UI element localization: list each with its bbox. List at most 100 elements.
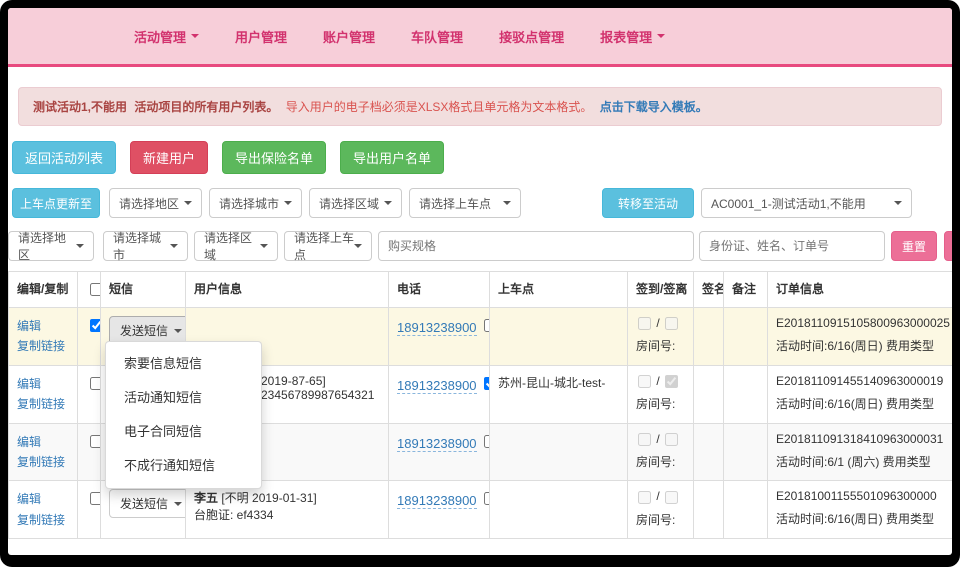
chevron-down-icon (174, 329, 182, 333)
page: 活动管理 用户管理 账户管理 车队管理 接驳点管理 报表管理 测试活动1,不能用… (8, 8, 952, 555)
action-toolbar: 返回活动列表 新建用户 导出保险名单 导出用户名单 (12, 141, 952, 174)
copy-link[interactable]: 复制链接 (17, 452, 69, 472)
nav-account-management[interactable]: 账户管理 (323, 27, 375, 46)
header-pickup: 上车点 (490, 272, 628, 308)
signature-cell (694, 423, 724, 481)
header-note: 备注 (724, 272, 768, 308)
order-info: 活动时间:6/16(周日) 费用类型 (776, 337, 952, 354)
order-info: 活动时间:6/1 (周六) 费用类型 (776, 453, 952, 470)
menu-item-e-contract-sms[interactable]: 电子合同短信 (106, 415, 261, 449)
nav-activity-management[interactable]: 活动管理 (134, 27, 199, 46)
back-to-activity-list-button[interactable]: 返回活动列表 (12, 141, 116, 174)
chevron-down-icon (170, 244, 178, 248)
header-order-info: 订单信息 (768, 272, 953, 308)
signature-cell (694, 481, 724, 539)
chevron-down-icon (76, 244, 84, 248)
phone-checkbox[interactable] (484, 377, 490, 390)
header-sms: 短信 (101, 272, 186, 308)
signature-cell (694, 365, 724, 423)
user-name: 李五 (194, 491, 218, 505)
filter-region-select[interactable]: 请选择地区 (8, 231, 94, 261)
row-checkbox[interactable] (90, 319, 101, 332)
menu-item-cancel-notice-sms[interactable]: 不成行通知短信 (106, 449, 261, 483)
row-checkbox[interactable] (90, 492, 101, 505)
row-checkbox[interactable] (90, 377, 101, 390)
download-template-link[interactable]: 点击下载导入模板。 (600, 100, 708, 114)
nav-pickup-point-management[interactable]: 接驳点管理 (499, 27, 564, 46)
phone-link[interactable]: 18913238900 (397, 436, 477, 452)
edit-link[interactable]: 编辑 (17, 374, 69, 394)
pagination-summary: 总计： 4 条,当前页： 1 / 1 页 (16, 552, 952, 555)
note-cell (724, 308, 768, 366)
chevron-down-icon (260, 244, 268, 248)
phone-checkbox[interactable] (484, 492, 490, 505)
select-all-checkbox[interactable] (90, 283, 101, 296)
edit-link[interactable]: 编辑 (17, 432, 69, 452)
reset-button[interactable]: 重置 (891, 231, 937, 261)
menu-item-activity-notice-sms[interactable]: 活动通知短信 (106, 381, 261, 415)
alert-banner: 测试活动1,不能用 活动项目的所有用户列表。 导入用户的电子档必须是XLSX格式… (18, 87, 942, 126)
note-cell (724, 423, 768, 481)
sign-out-checkbox (665, 491, 678, 504)
pickup-point-select[interactable]: 请选择上车点 (409, 188, 521, 218)
phone-link[interactable]: 18913238900 (397, 320, 477, 336)
header-sign: 签到/签离 (628, 272, 694, 308)
sms-dropdown-menu: 索要信息短信 活动通知短信 电子合同短信 不成行通知短信 (105, 341, 262, 489)
phone-checkbox[interactable] (484, 319, 490, 332)
chevron-down-icon (174, 502, 182, 506)
room-label: 房间号: (636, 511, 685, 528)
edit-link[interactable]: 编辑 (17, 489, 69, 509)
signature-cell (694, 308, 724, 366)
nav-user-management[interactable]: 用户管理 (235, 27, 287, 46)
sign-in-checkbox (638, 433, 651, 446)
pickup-cell: 苏州-昆山-城北-test- (490, 365, 628, 423)
copy-link[interactable]: 复制链接 (17, 510, 69, 530)
filter-button[interactable]: 过滤 (944, 231, 952, 261)
export-insurance-button[interactable]: 导出保险名单 (222, 141, 326, 174)
sign-in-checkbox (638, 491, 651, 504)
pickup-cell (490, 308, 628, 366)
phone-checkbox[interactable] (484, 435, 490, 448)
header-edit-copy: 编辑/复制 (9, 272, 78, 308)
menu-item-request-info-sms[interactable]: 索要信息短信 (106, 347, 261, 381)
update-pickup-button[interactable]: 上车点更新至 (12, 188, 100, 218)
copy-link[interactable]: 复制链接 (17, 336, 69, 356)
transfer-to-activity-button[interactable]: 转移至活动 (602, 188, 694, 218)
alert-list-text: 活动项目的所有用户列表。 (134, 100, 278, 114)
sign-in-checkbox (638, 317, 651, 330)
header-signature: 签名 (694, 272, 724, 308)
filter-district-select[interactable]: 请选择区域 (194, 231, 278, 261)
spec-input[interactable] (378, 231, 694, 261)
edit-link[interactable]: 编辑 (17, 316, 69, 336)
new-user-button[interactable]: 新建用户 (130, 141, 208, 174)
nav-fleet-management[interactable]: 车队管理 (411, 27, 463, 46)
top-navbar: 活动管理 用户管理 账户管理 车队管理 接驳点管理 报表管理 (8, 8, 952, 64)
sign-out-checkbox (665, 317, 678, 330)
phone-link[interactable]: 18913238900 (397, 378, 477, 394)
region-select[interactable]: 请选择地区 (109, 188, 202, 218)
order-number: E20181001155501096300000 (776, 489, 952, 503)
pickup-transfer-bar: 上车点更新至 请选择地区 请选择城市 请选择区域 请选择上车点 转移至活动 AC… (12, 188, 952, 218)
search-input[interactable] (699, 231, 885, 261)
filter-bar: 请选择地区 请选择城市 请选择区域 请选择上车点 重置 过滤 (8, 231, 952, 261)
alert-activity-name: 测试活动1,不能用 (33, 100, 127, 114)
table-header-row: 编辑/复制 短信 用户信息 电话 上车点 签到/签离 签名 备注 订单信息 (9, 272, 953, 308)
sign-out-checkbox (665, 375, 678, 388)
nav-report-management[interactable]: 报表管理 (600, 27, 665, 46)
copy-link[interactable]: 复制链接 (17, 394, 69, 414)
phone-link[interactable]: 18913238900 (397, 493, 477, 509)
chevron-down-icon (657, 34, 665, 38)
room-label: 房间号: (636, 395, 685, 412)
send-sms-button[interactable]: 发送短信 (109, 489, 186, 518)
row-checkbox[interactable] (90, 435, 101, 448)
pickup-cell (490, 423, 628, 481)
district-select[interactable]: 请选择区域 (309, 188, 402, 218)
export-users-button[interactable]: 导出用户名单 (340, 141, 444, 174)
city-select[interactable]: 请选择城市 (209, 188, 302, 218)
filter-city-select[interactable]: 请选择城市 (103, 231, 188, 261)
header-phone: 电话 (389, 272, 490, 308)
target-activity-select[interactable]: AC0001_1-测试活动1,不能用 (701, 188, 912, 218)
navbar-divider (8, 64, 952, 67)
chevron-down-icon (354, 244, 362, 248)
filter-pickup-select[interactable]: 请选择上车点 (284, 231, 372, 261)
